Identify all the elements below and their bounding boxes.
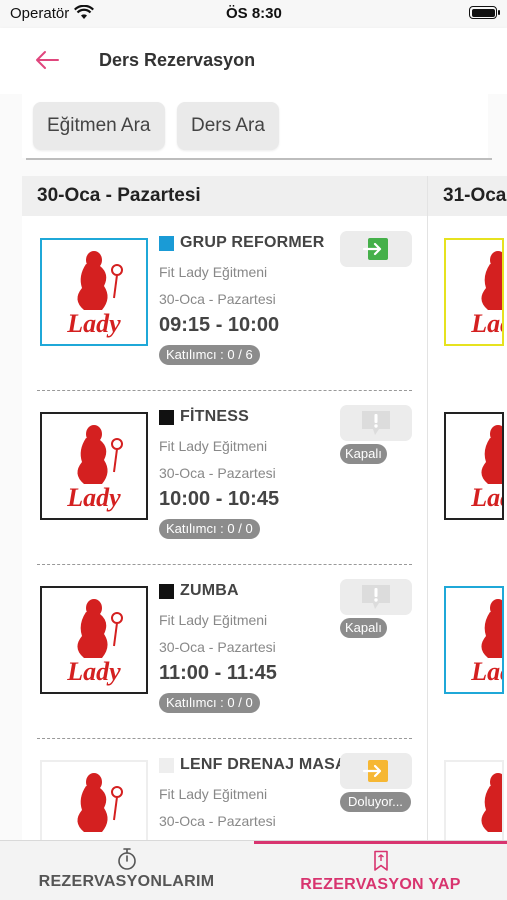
reserve-button[interactable]: [340, 753, 412, 789]
bottom-tab-bar: REZERVASYONLARIM REZERVASYON YAP: [0, 840, 507, 900]
class-name: ZUMBA: [180, 582, 239, 599]
studio-logo: [40, 760, 148, 840]
exclamation-icon: [362, 411, 390, 435]
class-color-indicator: [159, 583, 174, 599]
app-header: Ders Rezervasyon: [0, 28, 507, 94]
class-date: 30-Oca - Pazartesi: [159, 465, 276, 481]
studio-logo: Lady: [40, 412, 148, 520]
tab-my-reservations[interactable]: REZERVASYONLARIM: [0, 841, 253, 900]
studio-logo: Lady: [444, 238, 504, 346]
class-title: ZUMBA: [159, 582, 239, 600]
svg-text:Lady: Lady: [66, 309, 121, 338]
class-time: 09:15 - 10:00: [159, 314, 280, 336]
status-bar: Operatör ÖS 8:30: [0, 0, 507, 28]
studio-logo: Lady: [40, 586, 148, 694]
class-name: GRUP REFORMER: [180, 234, 325, 251]
studio-logo: Lady: [40, 238, 148, 346]
class-date: 30-Oca - Pazartesi: [159, 639, 276, 655]
day-column: 31-Oca Lady Lady Lady: [428, 176, 507, 840]
lady-logo-image: [77, 773, 123, 832]
tab-label: REZERVASYONLARIM: [38, 873, 215, 890]
info-button[interactable]: [340, 579, 412, 615]
lady-logo-image: Lady: [470, 599, 504, 686]
day-header: 30-Oca - Pazartesi: [22, 176, 427, 216]
card-divider: [37, 564, 412, 565]
svg-text:Lady: Lady: [470, 657, 504, 686]
studio-logo: Lady: [444, 586, 504, 694]
class-time: 10:00 - 10:45: [159, 488, 280, 510]
svg-text:Lady: Lady: [66, 483, 121, 512]
filter-divider: [26, 158, 492, 160]
participant-count: Katılımcı : 0 / 0: [159, 693, 260, 713]
class-search-button[interactable]: Ders Ara: [177, 102, 279, 150]
lady-logo-image: Lady: [66, 425, 123, 512]
lady-logo-image: Lady: [66, 599, 123, 686]
filter-bar: Eğitmen Ara Ders Ara: [22, 94, 488, 158]
class-date: 30-Oca - Pazartesi: [159, 813, 276, 829]
tab-make-reservation[interactable]: REZERVASYON YAP: [254, 841, 507, 900]
reserve-button[interactable]: [340, 231, 412, 267]
svg-text:Lady: Lady: [470, 483, 504, 512]
studio-logo: Lady: [444, 412, 504, 520]
stopwatch-icon: [117, 848, 136, 870]
participant-count: Katılımcı : 0 / 6: [159, 345, 260, 365]
clock-label: ÖS 8:30: [226, 5, 282, 22]
carrier-label: Operatör: [10, 5, 70, 22]
class-name: FİTNESS: [180, 408, 249, 425]
svg-text:Lady: Lady: [470, 309, 504, 338]
class-card[interactable]: Lady GRUP REFORMER Fit Lady Eğitmeni 30-…: [22, 218, 428, 392]
class-color-indicator: [159, 235, 174, 251]
lady-logo-image: Lady: [470, 425, 504, 512]
trainer-name: Fit Lady Eğitmeni: [159, 612, 268, 628]
card-divider: [37, 390, 412, 391]
page-title: Ders Rezervasyon: [99, 50, 256, 70]
class-color-indicator: [159, 409, 174, 425]
info-button[interactable]: [340, 405, 412, 441]
trainer-name: Fit Lady Eğitmeni: [159, 786, 268, 802]
battery-icon: [469, 6, 500, 19]
trainer-name: Fit Lady Eğitmeni: [159, 264, 268, 280]
trainer-name: Fit Lady Eğitmeni: [159, 438, 268, 454]
day-header: 31-Oca: [428, 176, 507, 216]
status-badge: Doluyor...: [340, 792, 411, 812]
class-title: LENF DRENAJ MASAJI: [159, 756, 361, 774]
participant-count: Katılımcı : 0 / 0: [159, 519, 260, 539]
enter-icon: [362, 238, 388, 260]
class-title: GRUP REFORMER: [159, 234, 325, 252]
class-name: LENF DRENAJ MASAJI: [180, 756, 361, 773]
arrow-left-icon: [36, 51, 59, 69]
class-card[interactable]: Lady ZUMBA Fit Lady Eğitmeni 30-Oca - Pa…: [22, 566, 428, 740]
app-screen: Operatör ÖS 8:30 Ders Rezervasyon Eğitme…: [0, 0, 507, 900]
day-column: 30-Oca - Pazartesi Lady GRUP REFORMER Fi…: [22, 176, 428, 840]
class-color-indicator: [159, 757, 174, 773]
lady-logo-image: Lady: [470, 251, 504, 338]
exclamation-icon: [362, 585, 390, 609]
status-badge: Kapalı: [340, 444, 387, 464]
class-card[interactable]: LENF DRENAJ MASAJI Fit Lady Eğitmeni 30-…: [22, 740, 428, 840]
tab-label: REZERVASYON YAP: [300, 876, 461, 893]
schedule-content[interactable]: Eğitmen Ara Ders Ara 30-Oca - Pazartesi …: [0, 94, 507, 840]
class-time: 11:00 - 11:45: [159, 662, 277, 684]
class-date: 30-Oca - Pazartesi: [159, 291, 276, 307]
svg-text:Lady: Lady: [66, 657, 121, 686]
lady-logo-image: [481, 773, 502, 832]
card-divider: [37, 738, 412, 739]
enter-icon: [362, 760, 388, 782]
class-card[interactable]: Lady FİTNESS Fit Lady Eğitmeni 30-Oca - …: [22, 392, 428, 566]
lady-logo-image: Lady: [66, 251, 123, 338]
bookmark-icon: [373, 850, 388, 871]
trainer-search-button[interactable]: Eğitmen Ara: [33, 102, 165, 150]
status-badge: Kapalı: [340, 618, 387, 638]
studio-logo: [444, 760, 504, 840]
back-button[interactable]: [32, 45, 62, 75]
wifi-icon: [74, 5, 94, 19]
class-title: FİTNESS: [159, 408, 249, 426]
